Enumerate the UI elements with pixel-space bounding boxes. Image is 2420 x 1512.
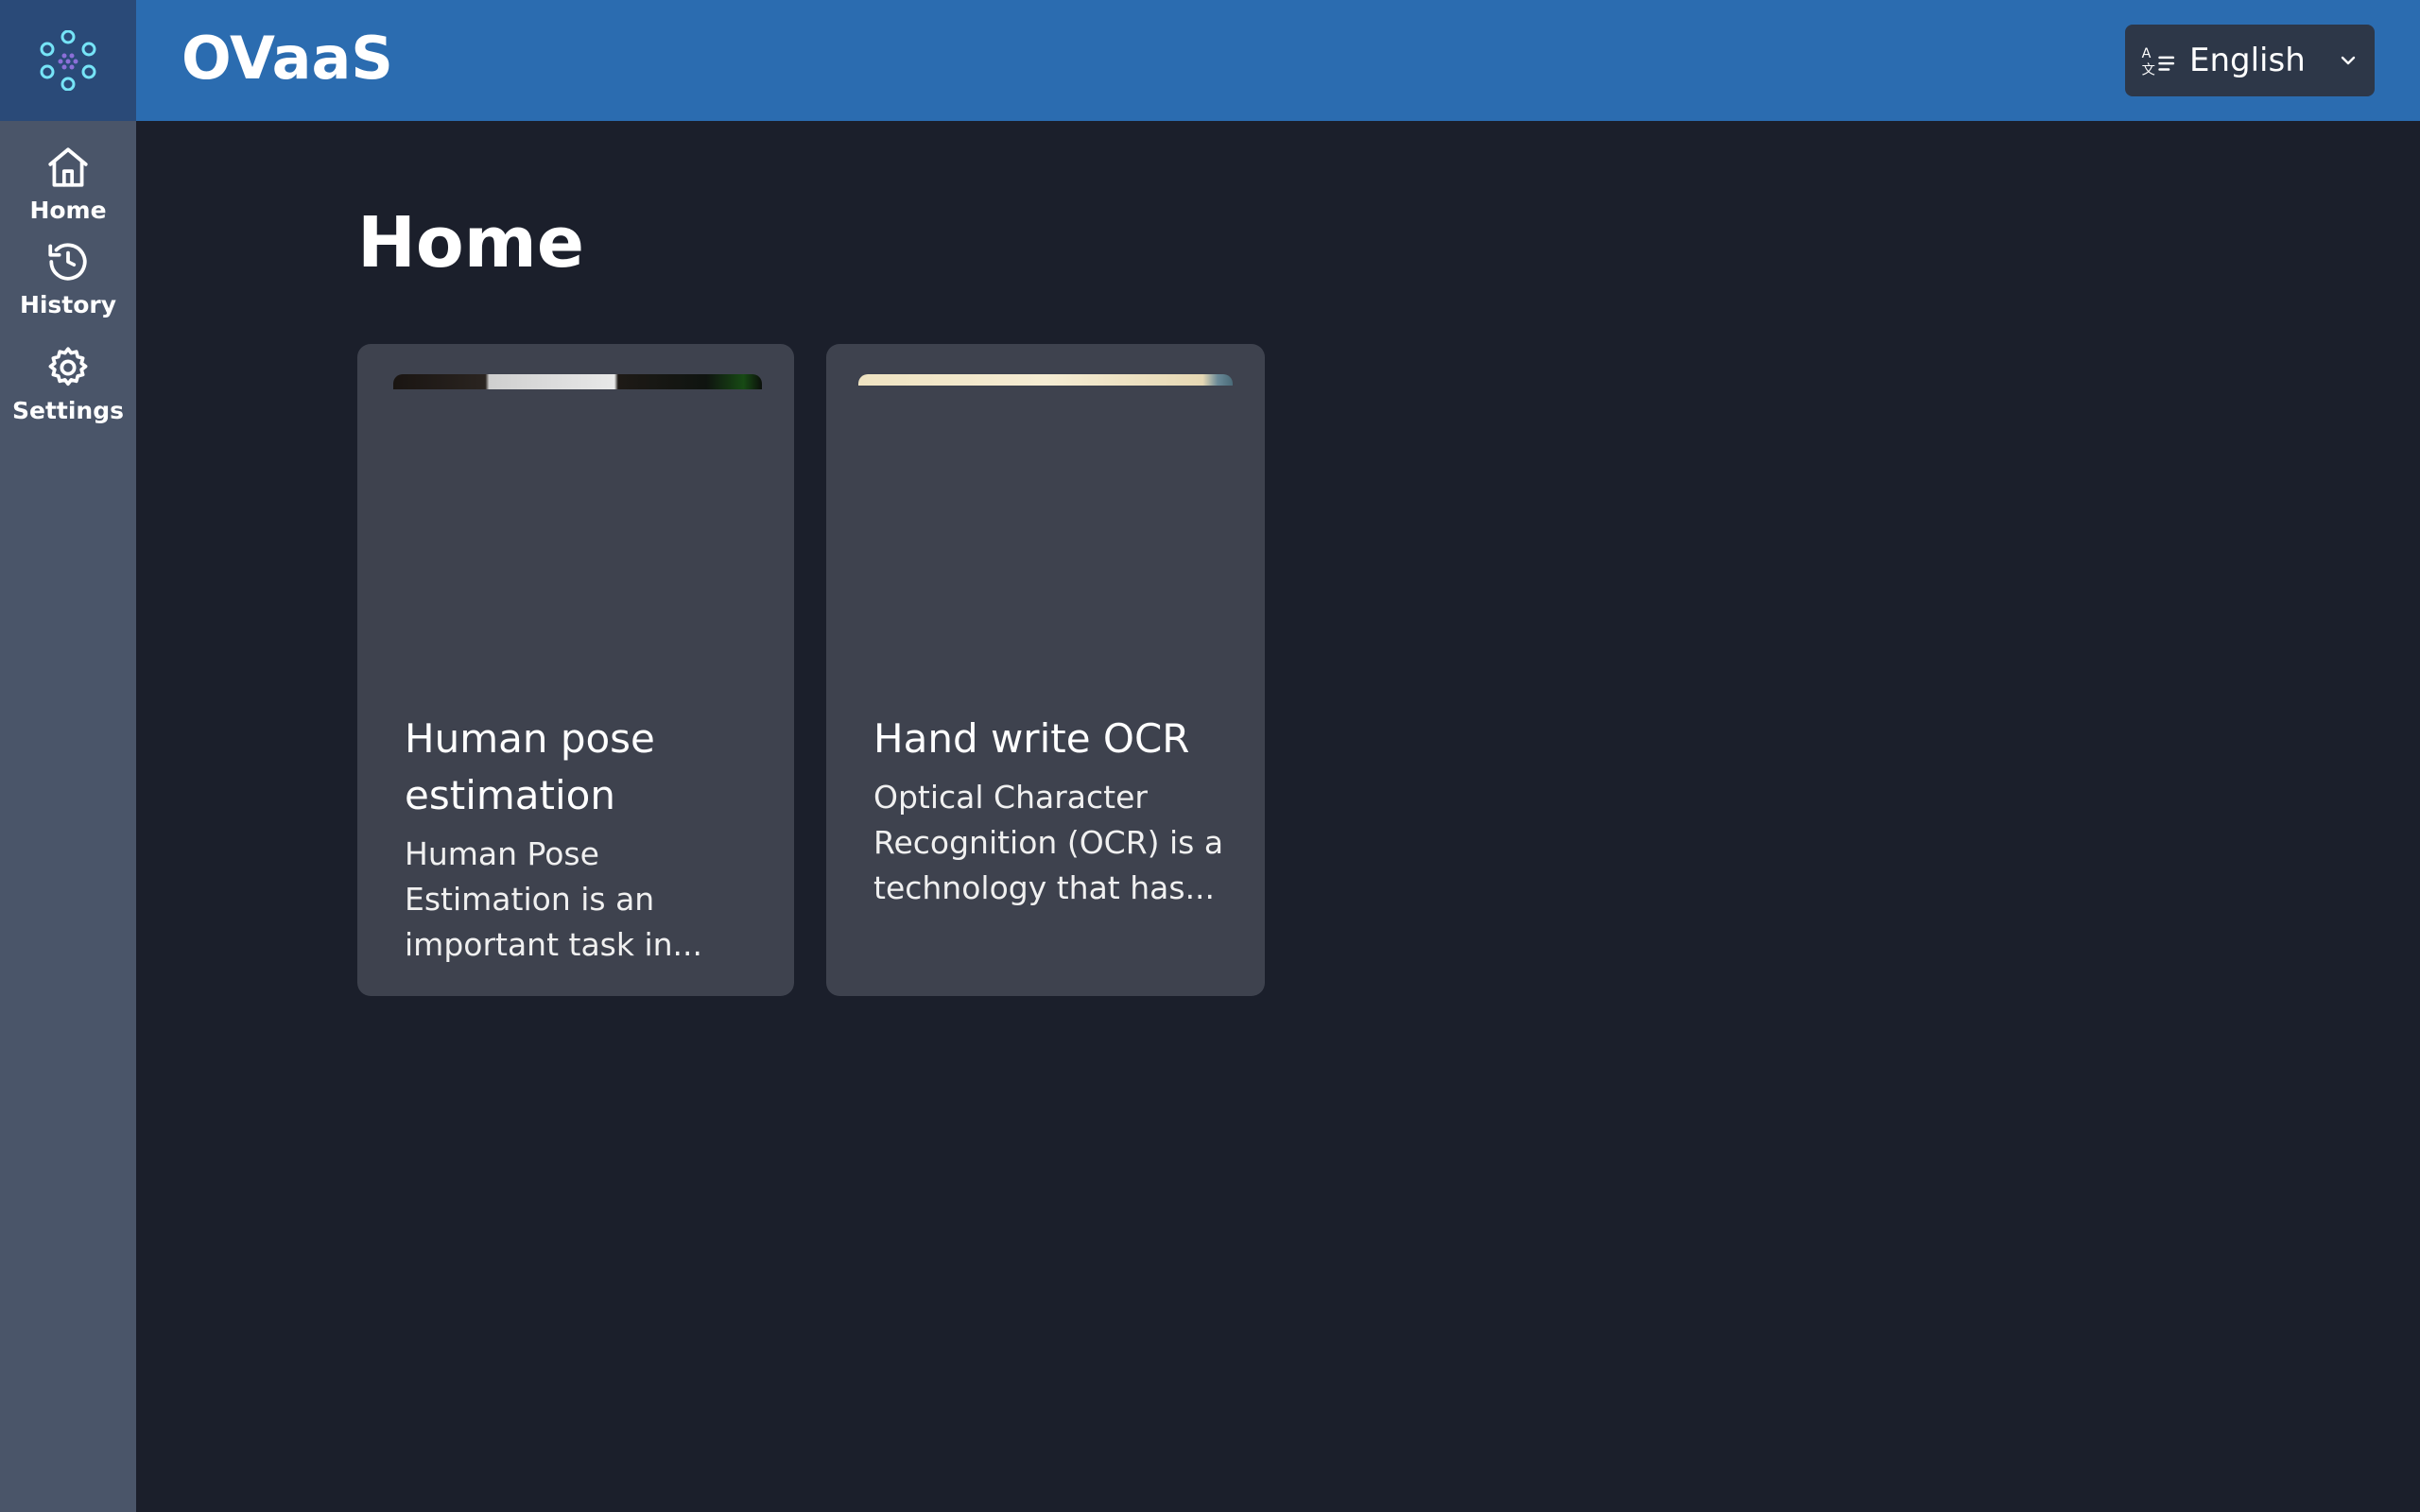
sidebar-item-label: History <box>19 291 117 318</box>
language-select[interactable]: A 文 English <box>2125 25 2375 96</box>
sidebar: Home History Settings <box>0 0 136 1512</box>
language-select-value: English <box>2189 42 2306 79</box>
sidebar-item-history[interactable]: History <box>0 227 136 333</box>
sidebar-item-label: Home <box>29 197 107 224</box>
card-title: Hand write OCR <box>873 715 1190 762</box>
card-description: Human Pose Estimation is an important ta… <box>405 835 703 963</box>
home-icon <box>48 147 88 187</box>
gear-icon <box>48 347 88 387</box>
app-logo[interactable] <box>0 0 136 121</box>
svg-text:A: A <box>2142 46 2152 61</box>
top-header: OVaaS A 文 English <box>136 0 2420 121</box>
card-title: Human pose estimation <box>405 715 655 818</box>
molecule-logo-icon <box>40 30 96 91</box>
card-hand-write-ocr[interactable]: Hand write OCR Optical Character Recogni… <box>826 344 1265 996</box>
svg-text:文: 文 <box>2142 61 2155 77</box>
card-description: Optical Character Recognition (OCR) is a… <box>873 779 1224 906</box>
card-thumbnail <box>858 374 1233 386</box>
card-body: Hand write OCR Optical Character Recogni… <box>873 711 1231 911</box>
card-body: Human pose estimation Human Pose Estimat… <box>405 711 760 968</box>
page-title: Home <box>357 202 585 284</box>
history-icon <box>48 243 87 281</box>
app-title: OVaaS <box>182 24 393 93</box>
chevron-down-icon <box>2341 56 2356 65</box>
sidebar-item-home[interactable]: Home <box>0 121 136 227</box>
main-content: Home Human pose estimation Human Pose Es… <box>136 121 2420 1512</box>
sidebar-item-label: Settings <box>11 397 124 424</box>
card-human-pose-estimation[interactable]: Human pose estimation Human Pose Estimat… <box>357 344 794 996</box>
sidebar-item-settings[interactable]: Settings <box>0 333 136 438</box>
translate-icon: A 文 <box>2142 46 2175 77</box>
card-thumbnail <box>393 374 762 389</box>
